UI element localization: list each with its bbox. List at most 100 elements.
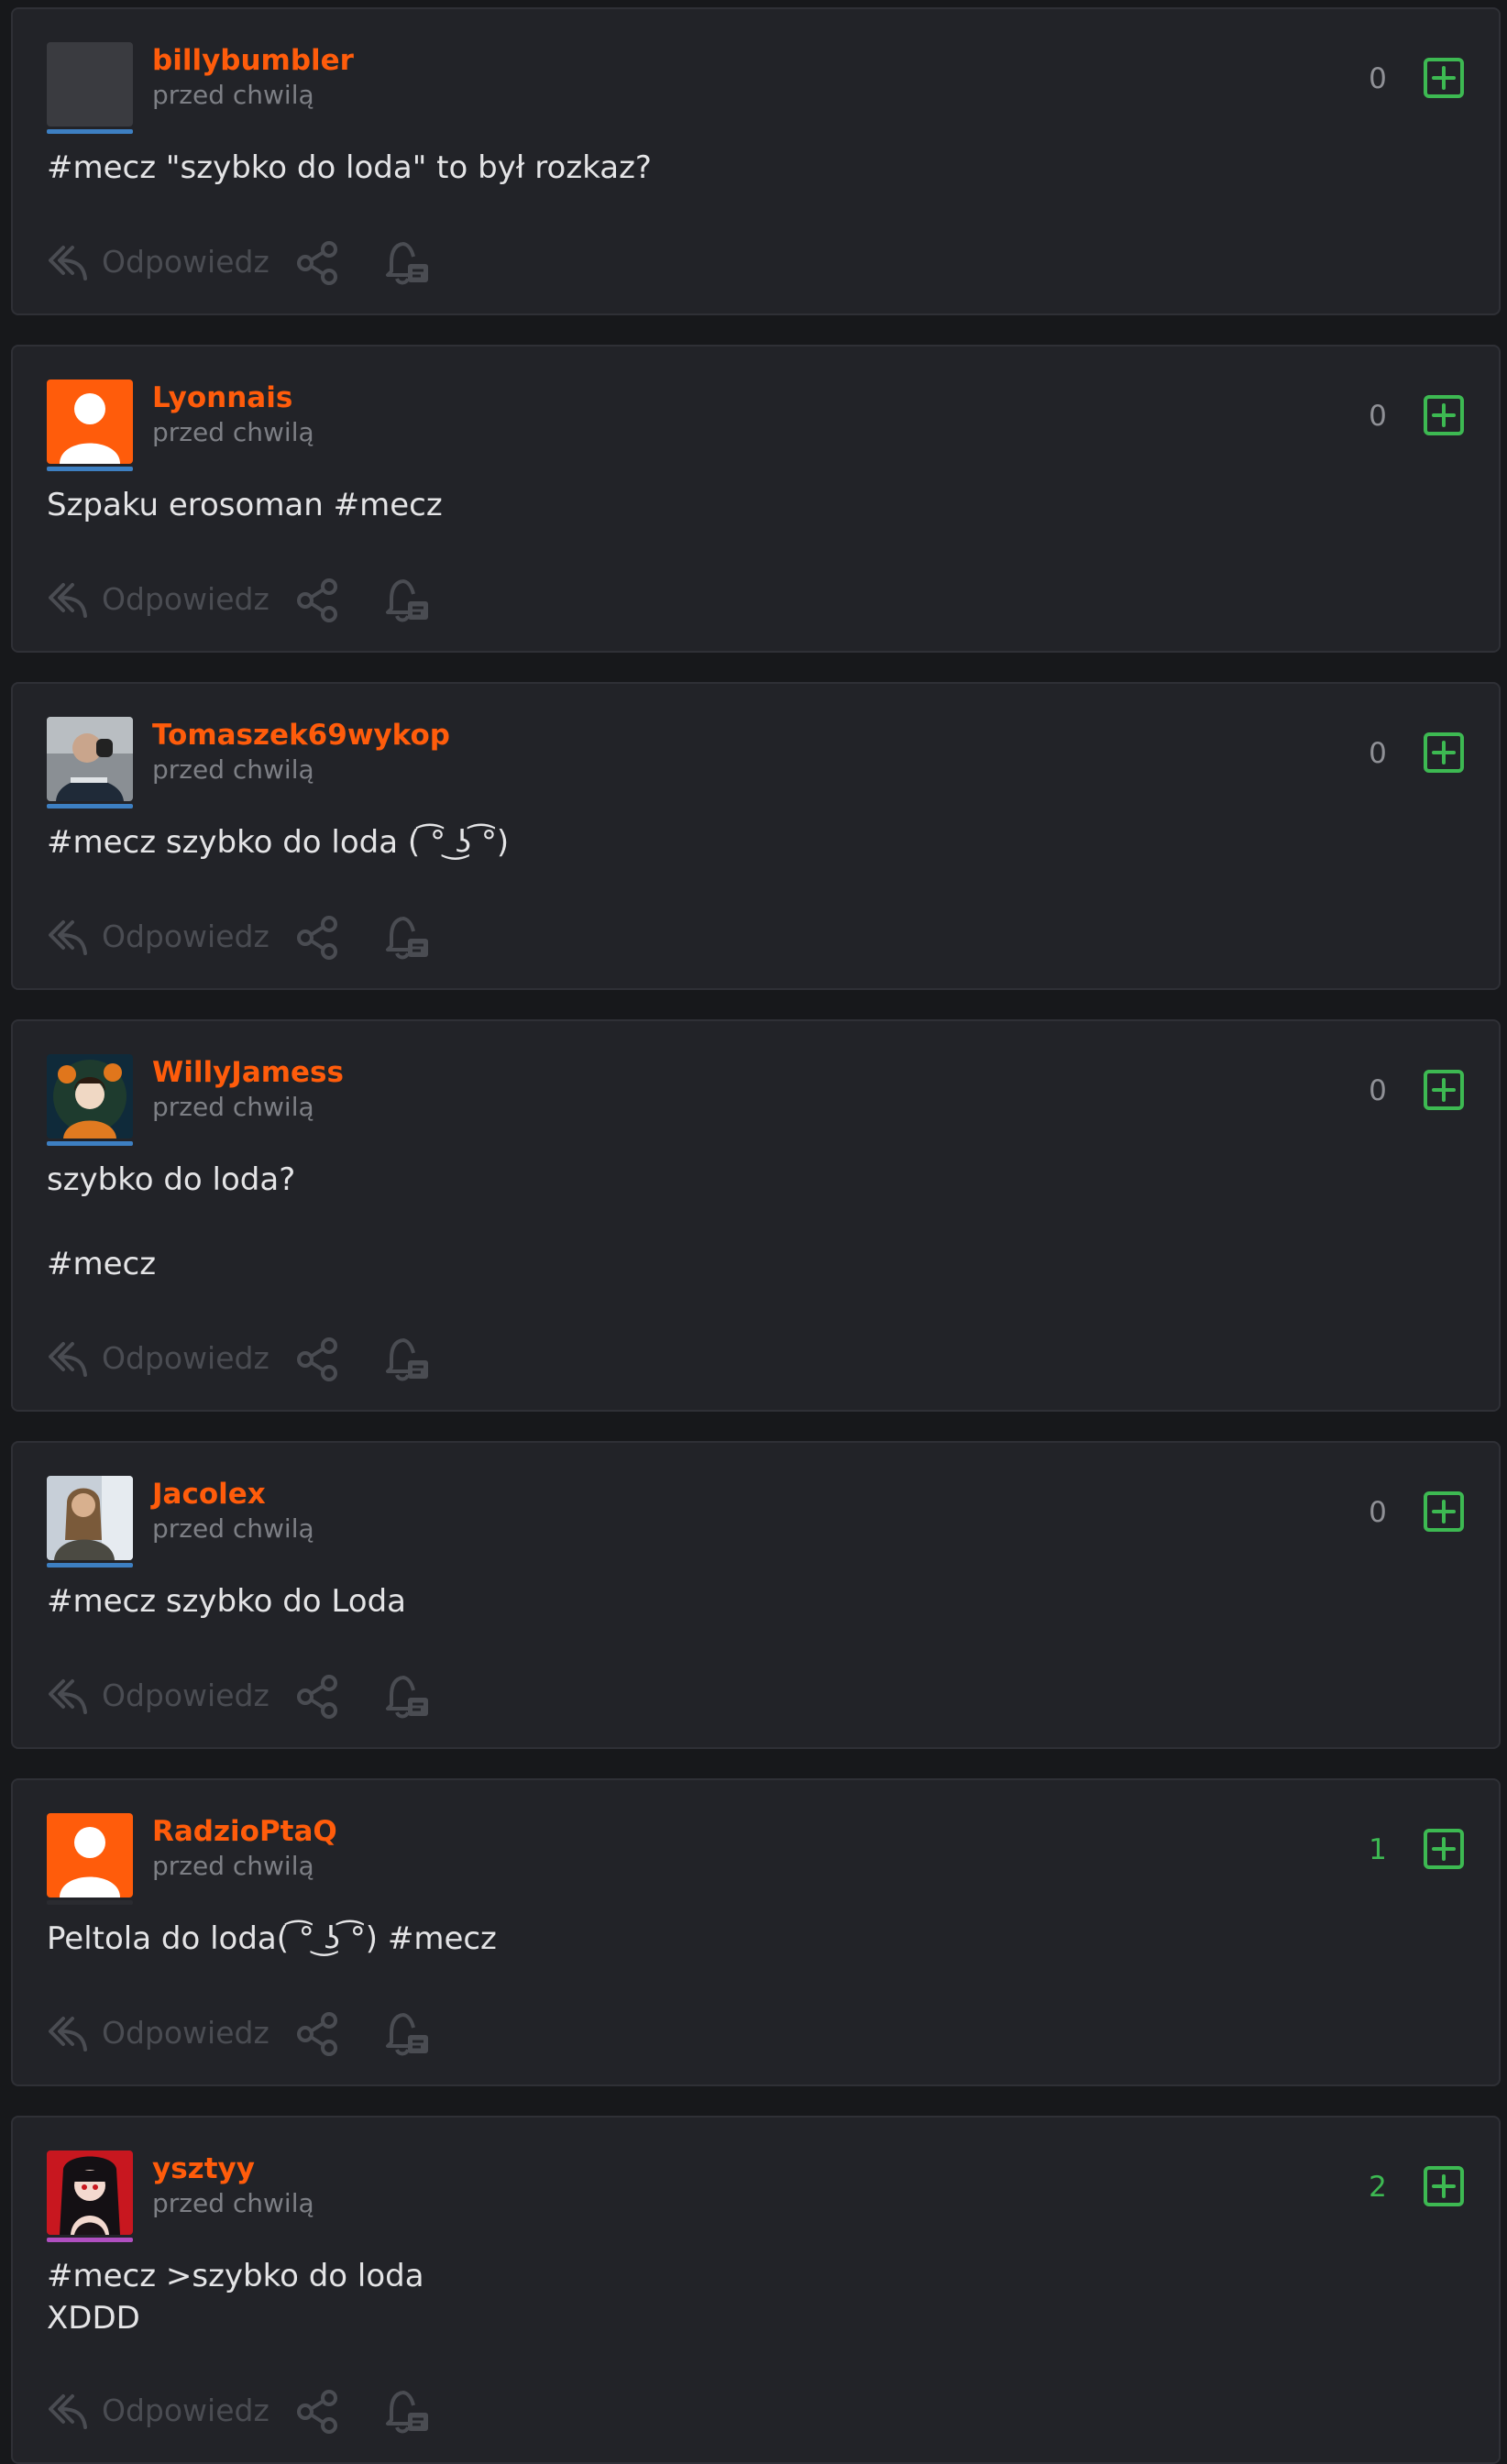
username-link[interactable]: WillyJamess: [152, 1054, 344, 1091]
avatar-link[interactable]: [47, 1054, 133, 1146]
plus-icon: [1424, 395, 1464, 435]
reply-button[interactable]: Odpowiedz: [102, 2015, 270, 2052]
reply-icon[interactable]: [47, 242, 89, 282]
username-link[interactable]: RadzioPtaQ: [152, 1813, 337, 1850]
vote-count: 2: [1369, 2171, 1387, 2204]
vote-count: 0: [1369, 400, 1387, 433]
upvote-button[interactable]: [1423, 394, 1465, 436]
bell-icon[interactable]: [384, 2387, 432, 2436]
comment-text: #mecz szybko do loda ( ͡° ͜ʖ ͡°): [47, 824, 510, 861]
upvote-button[interactable]: [1423, 732, 1465, 774]
avatar-image: [47, 2150, 133, 2235]
avatar-link[interactable]: [47, 42, 133, 134]
reply-button[interactable]: Odpowiedz: [102, 1340, 270, 1377]
username-link[interactable]: Tomaszek69wykop: [152, 717, 450, 754]
reply-icon[interactable]: [47, 2391, 89, 2431]
avatar-link[interactable]: [47, 1813, 133, 1905]
timestamp: przed chwilą: [152, 417, 314, 447]
reply-icon[interactable]: [47, 917, 89, 957]
share-icon[interactable]: [294, 1674, 340, 1720]
avatar-link[interactable]: [47, 380, 133, 471]
comment-actions: Odpowiedz: [47, 909, 597, 964]
bell-icon[interactable]: [384, 1335, 432, 1384]
share-icon[interactable]: [294, 2389, 340, 2435]
comment-card: ysztyy przed chwilą 2 #mecz >szybko do l…: [11, 2116, 1501, 2464]
upvote-button[interactable]: [1423, 57, 1465, 99]
avatar[interactable]: [47, 1813, 133, 1898]
comment-card: Tomaszek69wykop przed chwilą 0 #mecz szy…: [11, 682, 1501, 990]
bell-icon[interactable]: [384, 238, 432, 288]
plus-icon: [1424, 1070, 1464, 1110]
avatar[interactable]: [47, 1476, 133, 1560]
comment-card: Jacolex przed chwilą 0 #mecz szybko do L…: [11, 1441, 1501, 1749]
comment-card: billybumbler przed chwilą 0 #mecz "szybk…: [11, 7, 1501, 315]
user-rank-bar: [47, 1563, 133, 1568]
timestamp: przed chwilą: [152, 1513, 314, 1544]
comment-actions: Odpowiedz: [47, 1331, 597, 1386]
reply-button[interactable]: Odpowiedz: [102, 2392, 270, 2429]
upvote-button[interactable]: [1423, 1069, 1465, 1111]
share-icon[interactable]: [294, 1336, 340, 1382]
reply-icon[interactable]: [47, 1676, 89, 1716]
comment-actions: Odpowiedz: [47, 1668, 597, 1723]
upvote-button[interactable]: [1423, 1828, 1465, 1870]
reply-button[interactable]: Odpowiedz: [102, 244, 270, 280]
user-rank-bar: [47, 804, 133, 808]
upvote-button[interactable]: [1423, 2165, 1465, 2207]
vote-count: 0: [1369, 62, 1387, 95]
username-link[interactable]: ysztyy: [152, 2150, 255, 2187]
plus-icon: [1424, 1829, 1464, 1869]
comment-actions: Odpowiedz: [47, 572, 597, 627]
user-rank-bar: [47, 1141, 133, 1146]
user-rank-bar: [47, 2238, 133, 2242]
user-rank-bar: [47, 467, 133, 471]
avatar-image: [47, 717, 133, 801]
timestamp: przed chwilą: [152, 1092, 314, 1122]
reply-icon[interactable]: [47, 2013, 89, 2053]
share-icon[interactable]: [294, 2011, 340, 2057]
comment-text: Peltola do loda( ͡° ͜ʖ ͡°) #mecz: [47, 1920, 497, 1957]
comment-actions: Odpowiedz: [47, 2383, 597, 2438]
user-rank-bar: [47, 1900, 133, 1905]
comment-actions: Odpowiedz: [47, 2006, 597, 2061]
reply-button[interactable]: Odpowiedz: [102, 581, 270, 618]
plus-icon: [1424, 1491, 1464, 1532]
comment-text: #mecz "szybko do loda" to był rozkaz?: [47, 149, 652, 186]
avatar-link[interactable]: [47, 2150, 133, 2242]
bell-icon[interactable]: [384, 576, 432, 625]
avatar[interactable]: [47, 717, 133, 801]
upvote-button[interactable]: [1423, 1490, 1465, 1533]
reply-button[interactable]: Odpowiedz: [102, 918, 270, 955]
plus-icon: [1424, 732, 1464, 773]
user-rank-bar: [47, 129, 133, 134]
username-link[interactable]: Jacolex: [152, 1476, 266, 1512]
vote-count: 0: [1369, 1074, 1387, 1107]
reply-icon[interactable]: [47, 1338, 89, 1379]
bell-icon[interactable]: [384, 2009, 432, 2059]
reply-button[interactable]: Odpowiedz: [102, 1678, 270, 1714]
plus-icon: [1424, 58, 1464, 98]
reply-icon[interactable]: [47, 579, 89, 620]
avatar[interactable]: [47, 380, 133, 464]
timestamp: przed chwilą: [152, 80, 314, 110]
share-icon[interactable]: [294, 915, 340, 961]
comment-card: RadzioPtaQ przed chwilą 1 Peltola do lod…: [11, 1778, 1501, 2086]
comment-actions: Odpowiedz: [47, 235, 597, 290]
username-link[interactable]: billybumbler: [152, 42, 354, 79]
comment-text: szybko do loda? #mecz: [47, 1161, 296, 1282]
avatar[interactable]: [47, 1054, 133, 1138]
bell-icon[interactable]: [384, 1672, 432, 1722]
comment-text: #mecz szybko do Loda: [47, 1583, 406, 1620]
avatar-link[interactable]: [47, 1476, 133, 1568]
avatar[interactable]: [47, 2150, 133, 2235]
avatar-link[interactable]: [47, 717, 133, 808]
bell-icon[interactable]: [384, 913, 432, 962]
username-link[interactable]: Lyonnais: [152, 380, 292, 416]
comment-text: #mecz >szybko do loda XDDD: [47, 2258, 424, 2337]
avatar[interactable]: [47, 42, 133, 126]
avatar-image: [47, 380, 133, 464]
plus-icon: [1424, 2166, 1464, 2206]
share-icon[interactable]: [294, 578, 340, 623]
share-icon[interactable]: [294, 240, 340, 286]
avatar-image: [47, 1054, 133, 1138]
